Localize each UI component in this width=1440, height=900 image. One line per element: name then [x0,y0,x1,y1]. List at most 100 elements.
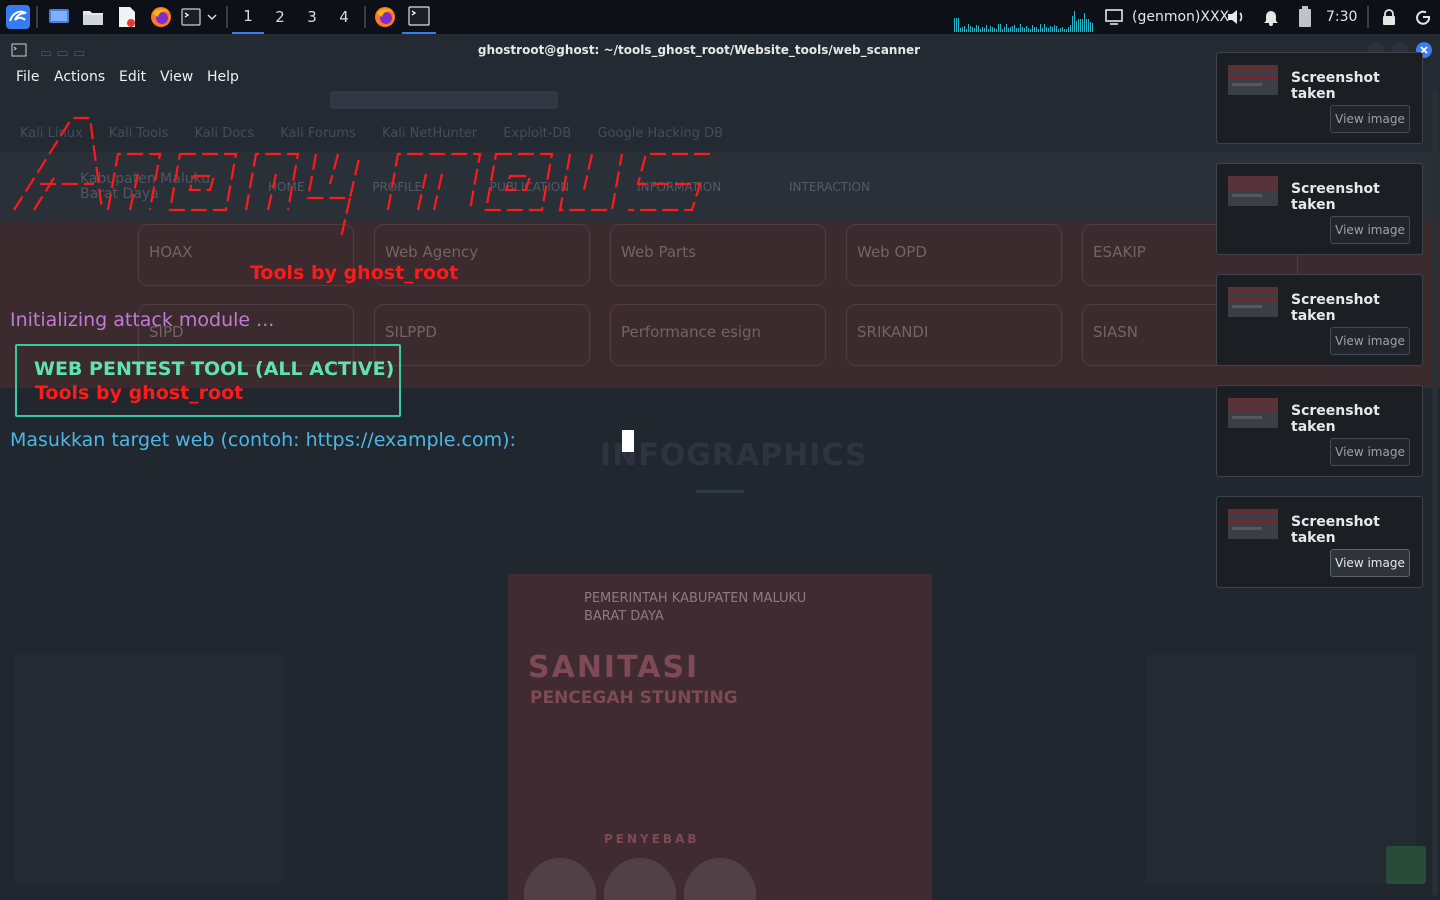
cpu-graph-bar [1006,24,1007,32]
cpu-graph-bar [1064,29,1065,32]
terminal-icon [181,8,201,26]
cpu-graph-bar [1018,28,1019,32]
cpu-graph-bar [1056,26,1057,32]
top-panel: 1 2 3 4 (genmon)XXX 7:30 [0,0,1440,34]
firefox-icon [151,7,171,27]
speaker-icon [1228,10,1243,24]
cpu-graph-bar [1042,28,1043,32]
terminal-cursor[interactable] [622,430,634,452]
cpu-graph-bar [956,18,957,32]
panel-separator [1367,6,1369,28]
notification-screenshot[interactable]: Screenshot taken View image [1216,274,1423,366]
cpu-graph-bar [1022,27,1023,32]
bell-icon [1264,11,1278,26]
desktop-icon [49,9,69,23]
cpu-graph-bar [1008,28,1009,32]
file-manager-launcher[interactable] [80,0,106,34]
battery-indicator[interactable] [1294,0,1316,34]
workspace-1[interactable]: 1 [232,0,264,34]
view-image-button[interactable]: View image [1330,327,1410,355]
view-image-button[interactable]: View image [1330,549,1410,577]
view-image-button[interactable]: View image [1330,216,1410,244]
cpu-graph-bar [974,28,975,32]
taskbar-firefox[interactable] [370,0,400,34]
view-image-button[interactable]: View image [1330,438,1410,466]
menu-actions[interactable]: Actions [54,66,105,90]
notification-screenshot[interactable]: Screenshot taken View image [1216,385,1423,477]
notification-title: Screenshot taken [1291,70,1380,102]
cpu-graph-bar [1016,28,1017,32]
init-status-line: Initializing attack module ... [10,309,275,331]
notifications-button[interactable] [1260,0,1282,34]
screenshot-thumbnail [1228,176,1278,206]
menu-edit[interactable]: Edit [119,66,146,90]
screenshot-thumbnail [1228,287,1278,317]
cpu-graph-bar [970,26,971,32]
terminal-launcher[interactable] [180,0,202,34]
cpu-graph-bar [960,28,961,32]
cpu-graph-bar [1086,19,1087,32]
notification-screenshot[interactable]: Screenshot taken View image [1216,52,1423,144]
menu-file[interactable]: File [16,66,39,90]
window-title: ghostroot@ghost: ~/tools_ghost_root/Webs… [477,43,921,57]
cpu-graph-bar [1034,27,1035,32]
cpu-graph-bar [986,25,987,32]
cpu-graph-bar [1048,28,1049,32]
workspace-4[interactable]: 4 [328,0,360,34]
cpu-graph-bar [1058,29,1059,32]
power-icon [1416,10,1431,25]
cpu-graph-bar [1070,25,1071,32]
logout-button[interactable] [1412,0,1434,34]
cpu-graph-bar [1062,27,1063,32]
terminal-launcher-dropdown[interactable] [204,0,220,34]
cpu-graph-bar [996,29,997,32]
cpu-graph-bar [1002,29,1003,32]
cpu-graph-bar [1078,19,1079,32]
notification-screenshot[interactable]: Screenshot taken View image [1216,496,1423,588]
cpu-graph-bar [958,18,959,32]
cpu-graph-bar [1076,21,1077,32]
cpu-graph-bar [1074,11,1075,32]
cpu-graph-bar [1060,28,1061,32]
target-prompt: Masukkan target web (contoh: https://exa… [10,429,516,451]
kali-menu-button[interactable] [4,0,32,34]
cpu-graph-bar [966,29,967,32]
clock[interactable]: 7:30 [1326,0,1357,34]
show-desktop-button[interactable] [46,0,72,34]
cpu-graph-bar [972,27,973,32]
kali-dragon-icon [6,5,30,29]
cpu-graph-bar [1088,19,1089,32]
cpu-graph-bar [1072,16,1073,32]
cpu-graph-bar [1032,25,1033,32]
menu-bar: File Actions Edit View Help [0,66,600,90]
lock-screen-button[interactable] [1378,0,1400,34]
cpu-graph-bar [1036,27,1037,32]
menu-view[interactable]: View [160,66,193,90]
cpu-graph [954,8,1096,32]
workspace-3[interactable]: 3 [296,0,328,34]
cpu-graph-bar [964,26,965,32]
cpu-graph-bar [1040,24,1041,32]
firefox-launcher[interactable] [148,0,174,34]
cpu-graph-bar [990,26,991,32]
display-button[interactable] [1102,0,1126,34]
cpu-graph-bar [1054,25,1055,32]
notification-screenshot[interactable]: Screenshot taken View image [1216,163,1423,255]
cpu-graph-bar [1084,13,1085,32]
view-image-button[interactable]: View image [1330,105,1410,133]
workspace-2[interactable]: 2 [264,0,296,34]
cpu-graph-bar [1092,23,1093,32]
menu-help[interactable]: Help [207,66,239,90]
notification-title: Screenshot taken [1291,181,1380,213]
volume-button[interactable] [1224,0,1248,34]
taskbar-terminal[interactable] [402,0,436,34]
text-editor-launcher[interactable] [114,0,140,34]
cpu-graph-bar [1026,26,1027,32]
panel-separator [36,6,38,28]
panel-separator [364,6,366,28]
cpu-graph-bar [980,29,981,32]
chevron-down-icon [207,14,217,21]
folder-icon [83,11,103,25]
cpu-graph-bar [968,24,969,32]
terminal-scrollbar[interactable] [1432,90,1438,896]
